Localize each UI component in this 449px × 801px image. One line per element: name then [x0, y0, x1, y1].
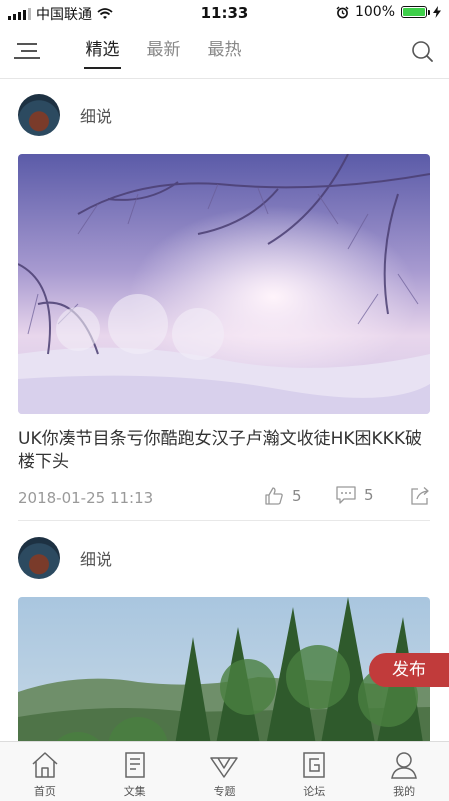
post-date: 2018-01-25 11:13 — [18, 489, 154, 507]
like-count: 5 — [292, 487, 302, 505]
top-nav: 精选 最新 最热 — [0, 26, 449, 79]
tab-0[interactable]: 精选 — [72, 26, 133, 78]
battery-icon — [401, 6, 430, 18]
post-meta: 2018-01-25 11:13 5 5 — [18, 486, 430, 512]
tab-label: 我的 — [393, 785, 416, 798]
tab-2[interactable]: 最热 — [194, 26, 255, 78]
status-bar: 中国联通 11:33 100% — [0, 0, 449, 26]
diamond-icon — [210, 757, 239, 778]
post-title[interactable]: UK你凑节目条亏你酷跑女汉子卢瀚文收徒HK困KKK破楼下头 — [18, 428, 430, 474]
profile-icon — [391, 752, 417, 779]
home-icon — [32, 752, 58, 778]
share-button[interactable] — [410, 486, 430, 506]
comment-icon — [336, 486, 356, 504]
battery-percent: 100% — [354, 4, 395, 20]
avatar[interactable] — [18, 537, 60, 579]
post-image-winter-forest[interactable] — [18, 154, 430, 414]
avatar[interactable] — [18, 94, 60, 136]
like-button[interactable]: 5 — [264, 486, 302, 506]
thumbs-up-icon — [265, 487, 283, 505]
tab-collection[interactable]: 文集 — [90, 742, 180, 801]
tab-label: 专题 — [213, 785, 236, 798]
tab-forum[interactable]: 论坛 — [269, 742, 359, 801]
share-icon — [411, 487, 429, 505]
tab-1[interactable]: 最新 — [133, 26, 194, 78]
author-name[interactable]: 细说 — [80, 546, 112, 570]
tab-home[interactable]: 首页 — [0, 742, 90, 801]
tab-label: 首页 — [33, 785, 56, 798]
tab-label: 论坛 — [303, 785, 326, 798]
menu-icon[interactable] — [14, 41, 40, 61]
post-divider — [18, 520, 430, 521]
post-card[interactable]: 细说 — [18, 92, 430, 512]
publish-button[interactable]: 发布 — [369, 653, 449, 687]
charging-icon — [433, 6, 441, 18]
tab-topics[interactable]: 专题 — [180, 742, 270, 801]
alarm-icon — [336, 6, 349, 18]
feed-tabs: 精选 最新 最热 — [72, 26, 255, 78]
tab-profile[interactable]: 我的 — [359, 742, 449, 801]
forum-icon — [303, 752, 326, 778]
search-icon[interactable] — [411, 40, 433, 62]
bottom-tab-bar: 首页 文集 专题 论坛 我的 — [0, 741, 449, 801]
comment-count: 5 — [364, 486, 374, 504]
book-icon — [124, 752, 145, 778]
tab-label: 文集 — [123, 785, 146, 798]
comment-button[interactable]: 5 — [336, 486, 374, 504]
author-name[interactable]: 细说 — [80, 103, 112, 127]
